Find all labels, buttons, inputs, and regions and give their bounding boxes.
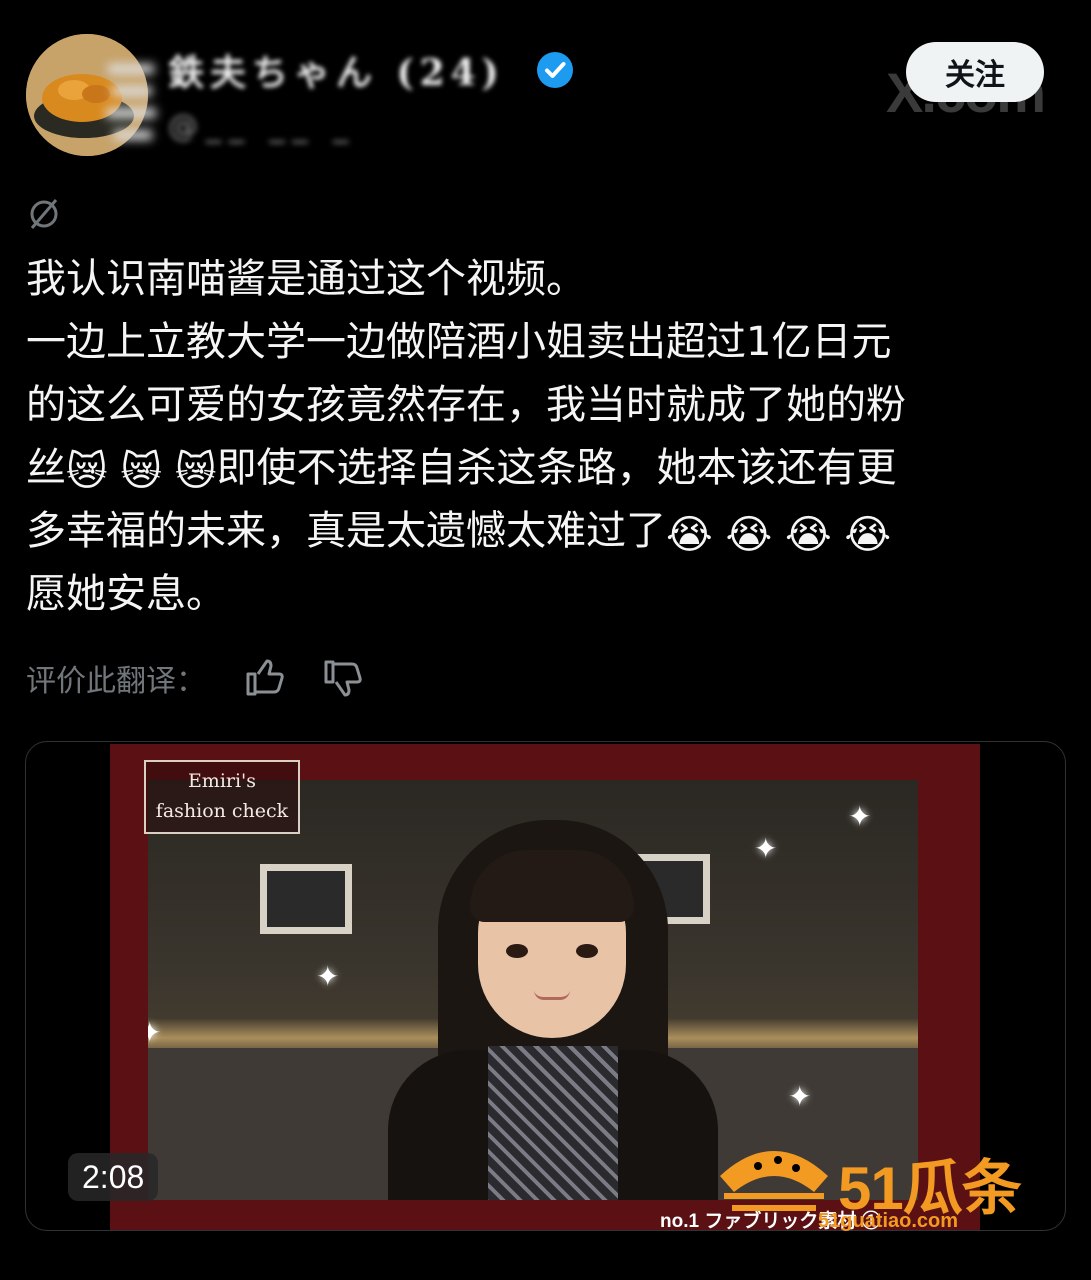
thumbs-down-icon[interactable] <box>320 656 364 700</box>
post-text-fragment: 多幸福的未来，真是太遗憾太难过了 <box>26 508 666 554</box>
crying-cat-emoji: 😿 <box>174 449 217 495</box>
verified-badge-icon <box>536 52 573 88</box>
person-eye <box>506 944 528 958</box>
thumbs-up-icon[interactable] <box>242 656 286 700</box>
author-display-name[interactable]: 鉄夫ちゃん (24) <box>168 44 505 96</box>
loudly-crying-emoji: 😭 <box>784 512 832 558</box>
loudly-crying-emoji: 😭 <box>725 512 773 558</box>
person-bangs <box>470 850 634 922</box>
author-handle: @__ __ _ <box>168 108 357 144</box>
post-line: 一边上立教大学一边做陪酒小姐卖出超过1亿日元 <box>26 319 892 365</box>
redaction-smear <box>104 60 164 152</box>
wall-picture <box>260 864 352 934</box>
video-duration: 2:08 <box>68 1153 159 1201</box>
rate-translation-row: 评价此翻译： <box>26 652 364 704</box>
post-line: 愿她安息。 <box>26 571 226 617</box>
post-line: 我认识南喵酱是通过这个视频。 <box>26 256 586 302</box>
sparkle-icon: ✦ <box>788 1080 812 1113</box>
sparkle-icon: ✦ <box>848 800 872 833</box>
rate-translation-label: 评价此翻译： <box>26 664 206 699</box>
watermelon-logo-icon <box>720 1151 828 1211</box>
post-body: 我认识南喵酱是通过这个视频。 一边上立教大学一边做陪酒小姐卖出超过1亿日元 的这… <box>26 248 1076 626</box>
sparkle-icon: ✦ <box>316 960 340 993</box>
post-line: 丝😿 😿 😿即使不选择自杀这条路，她本该还有更 <box>26 437 1076 500</box>
fashion-check-badge: Emiri's fashion check <box>144 760 300 834</box>
person-mouth <box>534 990 570 1000</box>
sparkle-icon: ✦ <box>148 1016 161 1049</box>
watermark-url: 51guatiao.com <box>818 1210 959 1232</box>
translated-globe-icon <box>30 199 58 229</box>
author-name-row[interactable]: 鉄夫ちゃん (24) <box>168 46 575 94</box>
person-eye <box>576 944 598 958</box>
badge-line: Emiri's <box>187 770 257 792</box>
badge-line: fashion check <box>155 800 289 822</box>
post-text-fragment: 丝 <box>26 445 66 491</box>
post-text-fragment: 即使不选择自杀这条路，她本该还有更 <box>216 445 897 491</box>
follow-button[interactable]: 关注 <box>906 42 1044 102</box>
person-shirt <box>488 1046 618 1200</box>
author-handle-row: @__ __ _ <box>168 104 356 148</box>
post-page: 鉄夫ちゃん (24) @__ __ _ X.com 关注 我认识南喵酱是通过这个… <box>0 0 1091 1280</box>
site-watermark: 51瓜条 51guatiao.com <box>714 1136 1054 1236</box>
crying-cat-emoji: 😿 <box>66 449 108 495</box>
post-line: 的这么可爱的女孩竟然存在，我当时就成了她的粉 <box>26 382 906 428</box>
sparkle-icon: ✦ <box>754 832 778 865</box>
loudly-crying-emoji: 😭 <box>844 512 892 558</box>
loudly-crying-emoji: 😭 <box>666 512 713 558</box>
crying-cat-emoji: 😿 <box>120 449 163 495</box>
post-line: 多幸福的未来，真是太遗憾太难过了😭 😭 😭 😭 <box>26 500 1076 563</box>
